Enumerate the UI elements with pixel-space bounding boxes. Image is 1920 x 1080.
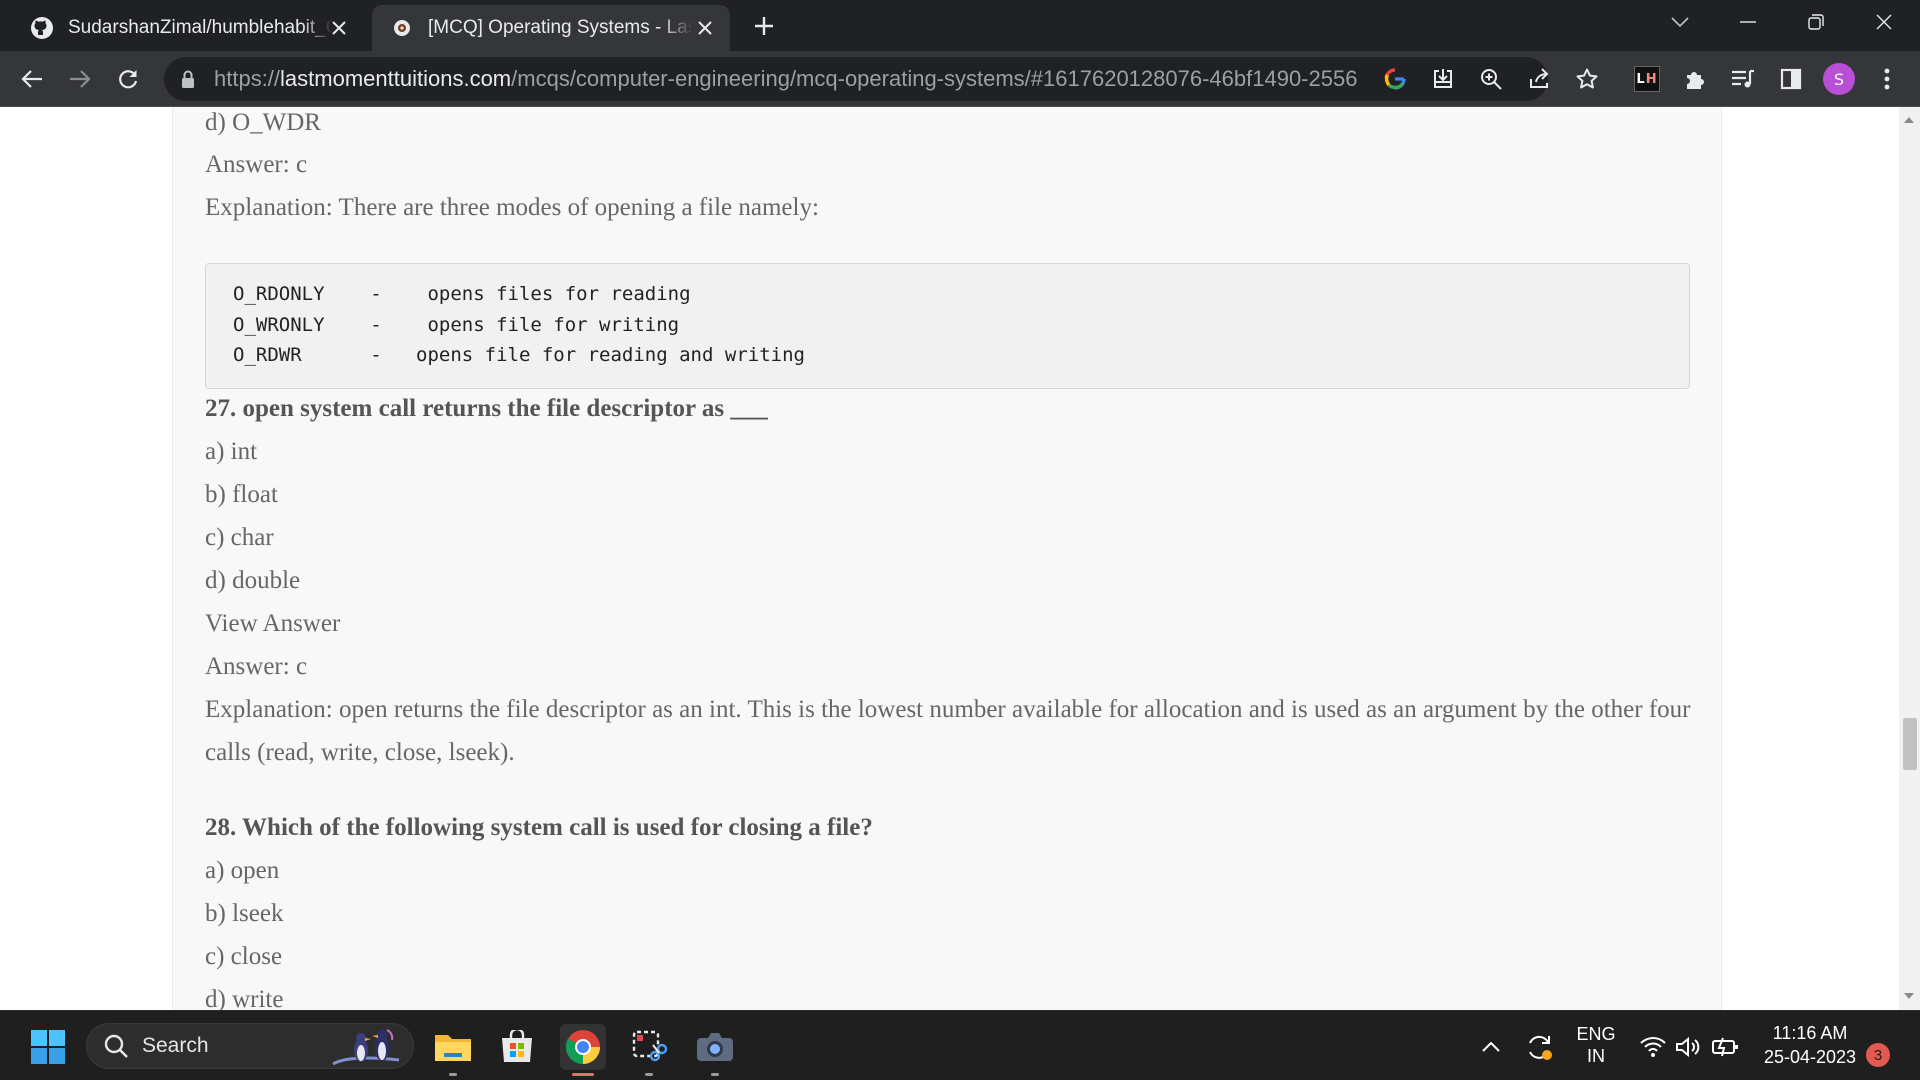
browser-toolbar: https://lastmomenttuitions.com/mcqs/comp…	[0, 51, 1920, 107]
close-tab-icon[interactable]	[328, 17, 350, 39]
question-28: 28. Which of the following system call i…	[205, 814, 873, 841]
taskbar-search-box[interactable]: Search	[86, 1023, 414, 1069]
running-indicator	[572, 1073, 594, 1076]
code-line: O_RDONLY - opens files for reading	[233, 283, 691, 305]
microsoft-store-icon[interactable]	[494, 1024, 540, 1070]
code-block: O_RDONLY - opens files for reading O_WRO…	[205, 263, 1690, 389]
view-answer-toggle[interactable]: View Answer	[205, 610, 340, 638]
camera-icon[interactable]	[692, 1024, 738, 1076]
clock[interactable]: 11:16 AM 25-04-2023	[1750, 1021, 1870, 1069]
extension-lh-icon[interactable]: LH	[1630, 62, 1664, 96]
tab-search-chevron-icon[interactable]	[1652, 0, 1708, 44]
url-path: /mcqs/computer-engineering/mcq-operating…	[511, 66, 1358, 91]
option-b: b) lseek	[205, 900, 284, 927]
windows-taskbar: Search ENG IN 11:16 AM 25-04-2023 3	[0, 1010, 1920, 1080]
explanation-text: Explanation: open returns the file descr…	[205, 696, 1691, 723]
tab-title: SudarshanZimal/humblehabit_C-	[68, 17, 333, 38]
option-c: c) close	[205, 943, 283, 970]
running-indicator	[711, 1073, 719, 1076]
side-panel-icon[interactable]	[1774, 62, 1808, 96]
close-tab-icon[interactable]	[694, 17, 716, 39]
region-code: IN	[1587, 1046, 1605, 1066]
running-indicator	[449, 1073, 457, 1076]
option-a: a) int	[205, 438, 258, 465]
github-icon	[30, 16, 54, 40]
forward-button[interactable]	[62, 61, 98, 97]
tab-mcq-operating-systems[interactable]: [MCQ] Operating Systems - Last Moment Tu…	[372, 5, 730, 51]
minimize-button[interactable]	[1720, 0, 1776, 44]
answer-text: Answer: c	[205, 151, 308, 178]
share-icon[interactable]	[1526, 66, 1552, 92]
explanation-text: Explanation: There are three modes of op…	[205, 194, 819, 221]
page-scrollbar[interactable]	[1899, 107, 1920, 1010]
extension-lh-h: H	[1645, 71, 1658, 87]
search-icon	[103, 1033, 129, 1063]
option-b: b) float	[205, 481, 278, 508]
reload-button[interactable]	[110, 61, 146, 97]
question-27: 27. open system call returns the file de…	[205, 395, 768, 422]
option-c: c) char	[205, 524, 274, 551]
new-tab-button[interactable]	[748, 10, 780, 42]
clock-date: 25-04-2023	[1763, 1047, 1857, 1067]
language-indicator[interactable]: ENG IN	[1568, 1023, 1624, 1067]
language-code: ENG	[1576, 1024, 1616, 1044]
content-column	[172, 107, 1722, 1010]
menu-kebab-icon[interactable]	[1870, 62, 1904, 96]
url-scheme: https://	[214, 66, 281, 91]
site-favicon-icon	[390, 16, 414, 40]
tab-title: [MCQ] Operating Systems - Last Moment Tu…	[428, 17, 693, 38]
google-lens-icon[interactable]	[1382, 66, 1408, 92]
option-d: d) O_WDR	[205, 109, 321, 136]
zoom-icon[interactable]	[1478, 66, 1504, 92]
scroll-down-arrow-icon[interactable]	[1904, 993, 1914, 999]
restore-button[interactable]	[1788, 0, 1844, 44]
start-button[interactable]	[25, 1024, 71, 1070]
web-page: d) O_WDR Answer: c Explanation: There ar…	[0, 107, 1899, 1010]
battery-charging-icon[interactable]	[1702, 1024, 1748, 1070]
back-button[interactable]	[14, 61, 50, 97]
browser-tab-strip: SudarshanZimal/humblehabit_C- [MCQ] Oper…	[0, 0, 1920, 51]
extension-lh-l: L	[1636, 71, 1646, 87]
address-bar[interactable]: https://lastmomenttuitions.com/mcqs/comp…	[164, 57, 1598, 101]
show-hidden-icons-chevron-icon[interactable]	[1468, 1024, 1514, 1070]
explanation-text-continued: calls (read, write, close, lseek).	[205, 739, 515, 766]
notification-badge[interactable]: 3	[1866, 1043, 1890, 1067]
scrollbar-thumb[interactable]	[1903, 718, 1917, 770]
option-d: d) double	[205, 567, 301, 594]
profile-avatar[interactable]: S	[1822, 62, 1856, 96]
close-window-button[interactable]	[1856, 0, 1912, 44]
reading-list-icon[interactable]	[1726, 62, 1760, 96]
tab-github[interactable]: SudarshanZimal/humblehabit_C-	[14, 5, 364, 51]
option-a: a) open	[205, 857, 280, 884]
answer-text: Answer: c	[205, 653, 308, 680]
snipping-tool-icon[interactable]	[626, 1024, 672, 1076]
chrome-icon[interactable]	[560, 1024, 606, 1076]
search-highlight-penguins-icon	[327, 1026, 407, 1072]
option-d: d) write	[205, 986, 284, 1010]
code-line: O_WRONLY - opens file for writing	[233, 314, 680, 336]
install-app-icon[interactable]	[1430, 66, 1456, 92]
scroll-up-arrow-icon[interactable]	[1904, 117, 1914, 123]
bookmark-star-icon[interactable]	[1574, 66, 1600, 92]
clock-time: 11:16 AM	[1772, 1023, 1848, 1043]
extensions-puzzle-icon[interactable]	[1678, 62, 1712, 96]
sync-status-icon[interactable]	[1516, 1024, 1562, 1070]
file-explorer-icon[interactable]	[430, 1024, 476, 1076]
lock-icon[interactable]	[180, 69, 196, 93]
url-text[interactable]: https://lastmomenttuitions.com/mcqs/comp…	[214, 66, 1357, 92]
search-label: Search	[142, 1034, 209, 1057]
running-indicator	[645, 1073, 653, 1076]
avatar: S	[1823, 63, 1855, 95]
code-line: O_RDWR - opens file for reading and writ…	[233, 344, 805, 366]
url-host: lastmomenttuitions.com	[280, 66, 512, 91]
